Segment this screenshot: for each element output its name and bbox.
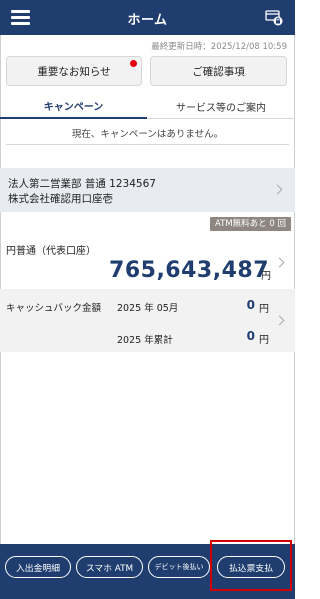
page-title: ホーム	[127, 13, 168, 28]
bill-payment-button[interactable]: 払込票支払	[217, 556, 285, 578]
transaction-history-button[interactable]: 入出金明細	[5, 556, 71, 578]
important-notice-button[interactable]: 重要なお知らせ	[6, 56, 142, 86]
divider	[6, 144, 289, 145]
account-branch-number: 法人第二営業部 普通 1234567	[8, 178, 156, 190]
chevron-right-icon	[274, 315, 285, 326]
account-selector[interactable]: 法人第二営業部 普通 1234567 株式会社確認用口座壱	[0, 168, 295, 212]
tab-campaign[interactable]: キャンペーン	[0, 93, 147, 119]
account-holder-name: 株式会社確認用口座壱	[8, 193, 113, 205]
chevron-right-icon	[272, 184, 283, 195]
cashback-total-unit: 円	[259, 335, 269, 346]
atm-free-badge: ATM無料あと 0 回	[210, 217, 291, 231]
cashback-month-unit: 円	[259, 304, 269, 315]
smartphone-atm-button[interactable]: スマホ ATM	[76, 556, 143, 578]
cashback-section[interactable]: キャッシュバック金額 2025 年 05月 0 円 2025 年累計 0 円	[0, 289, 295, 352]
confirmation-items-label: ご確認事項	[192, 65, 245, 78]
account-type-label: 円普通（代表口座）	[6, 246, 96, 257]
debit-deferred-button[interactable]: デビット後払い	[148, 556, 210, 578]
cashback-month-value: 0	[246, 298, 255, 312]
important-notice-label: 重要なお知らせ	[37, 65, 111, 78]
chevron-right-icon	[274, 257, 285, 268]
bottom-nav-bar: 入出金明細 スマホ ATM デビット後払い 払込票支払	[0, 544, 295, 599]
cashback-label: キャッシュバック金額	[6, 303, 102, 314]
tab-service-info[interactable]: サービス等のご案内	[147, 93, 295, 119]
confirmation-items-button[interactable]: ご確認事項	[150, 56, 287, 86]
cashback-total-label: 2025 年累計	[117, 335, 173, 346]
tab-bar: キャンペーン サービス等のご案内	[0, 93, 295, 119]
balance-amount: 765,643,487	[109, 258, 269, 283]
cashback-total-value: 0	[246, 329, 255, 343]
last-update-time: 最終更新日時：2025/12/08 10:59	[151, 42, 287, 52]
card-lock-icon[interactable]	[265, 8, 283, 26]
cashback-month-label: 2025 年 05月	[117, 303, 179, 314]
campaign-empty-message: 現在、キャンペーンはありません。	[71, 129, 224, 140]
currency-unit: 円	[261, 271, 271, 282]
balance-section[interactable]: 円普通（代表口座） 765,643,487 円	[0, 234, 295, 289]
app-header: ホーム	[0, 0, 295, 35]
unread-dot-icon	[130, 60, 137, 67]
